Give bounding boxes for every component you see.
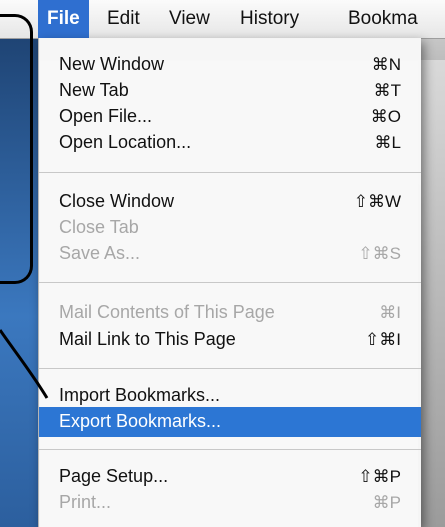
menu-item-label: Import Bookmarks... [59,385,221,405]
menu-item-label: New Window [59,54,165,74]
menu-item-page-setup[interactable]: Page Setup... ⇧⌘P [39,464,421,490]
background-window-edge [418,60,445,527]
menu-item-shortcut: ⌘T [373,81,401,100]
menu-item-shortcut: ⌘I [379,303,401,322]
menu-separator [39,172,421,173]
menu-item-shortcut: ⌘O [370,107,401,126]
menu-item-label: Open File... [59,106,153,126]
menu-separator [39,368,421,369]
menu-item-open-file[interactable]: Open File... ⌘O [39,104,421,130]
menu-item-import-bookmarks[interactable]: Import Bookmarks... [39,383,421,409]
menu-item-mail-link[interactable]: Mail Link to This Page ⇧⌘I [39,327,421,353]
menu-item-export-bookmarks[interactable]: Export Bookmarks... [39,407,421,437]
menubar-view[interactable]: View [169,0,210,38]
menu-item-label: Close Window [59,191,175,211]
menu-item-close-window[interactable]: Close Window ⇧⌘W [39,189,421,215]
menu-item-open-location[interactable]: Open Location... ⌘L [39,130,421,156]
menu-item-shortcut: ⇧⌘P [358,467,401,486]
menu-item-shortcut: ⌘N [371,55,401,74]
menu-item-new-window[interactable]: New Window ⌘N [39,52,421,78]
menu-item-label: Save As... [59,243,141,263]
menu-item-shortcut: ⇧⌘S [358,244,401,263]
menu-item-label: Mail Link to This Page [59,329,236,349]
menu-item-close-tab: Close Tab [39,215,421,241]
menu-item-label: Print... [59,492,112,512]
menu-item-label: Open Location... [59,132,192,152]
menu-item-print: Print... ⌘P [39,490,421,516]
menu-item-shortcut: ⇧⌘I [365,330,401,349]
menubar-edit[interactable]: Edit [107,0,140,38]
menubar-history[interactable]: History [240,0,299,38]
menu-item-label: Mail Contents of This Page [59,302,275,322]
menu-item-label: Close Tab [59,217,139,237]
menu-item-label: Export Bookmarks... [59,411,222,431]
menu-item-label: Page Setup... [59,466,169,486]
menu-item-save-as: Save As... ⇧⌘S [39,241,421,267]
menu-item-shortcut: ⌘P [372,493,401,512]
menu-separator [39,282,421,283]
menu-item-mail-contents: Mail Contents of This Page ⌘I [39,300,421,326]
file-menu: New Window ⌘N New Tab ⌘T Open File... ⌘O… [38,38,421,527]
menubar: File Edit View History Bookma [0,0,445,39]
menu-item-shortcut: ⌘L [374,133,401,152]
menu-item-shortcut: ⇧⌘W [353,192,401,211]
menubar-file[interactable]: File [38,0,89,38]
callout-bracket [0,14,33,284]
menu-separator [39,449,421,450]
menu-item-label: New Tab [59,80,129,100]
menu-item-new-tab[interactable]: New Tab ⌘T [39,78,421,104]
menubar-bookmarks[interactable]: Bookma [348,0,418,38]
